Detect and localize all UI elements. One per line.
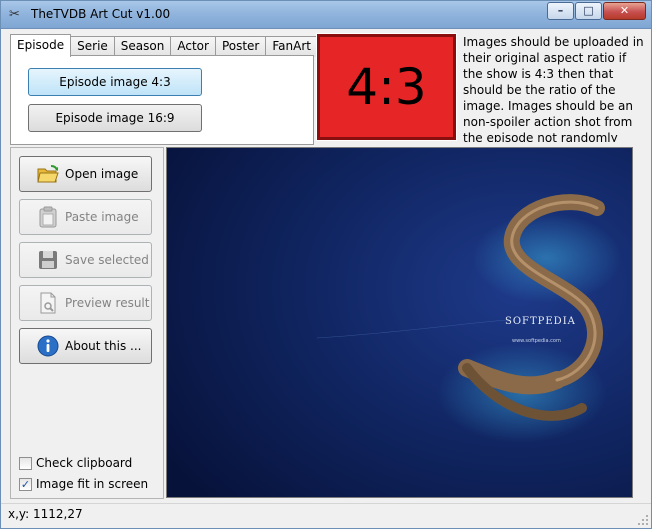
status-bar: x,y: 1112,27 [1,503,651,528]
softpedia-watermark: SOFTPEDIA [505,316,576,327]
info-icon [37,335,59,357]
floppy-disk-icon [37,249,59,271]
tab-serie[interactable]: Serie [70,36,115,57]
about-button[interactable]: About this ... [19,328,152,364]
resize-grip-icon[interactable] [637,514,649,526]
tab-episode[interactable]: Episode [10,34,72,57]
maximize-button[interactable]: □ [575,2,602,20]
clipboard-icon [37,206,59,228]
image-fit-option[interactable]: ✓ Image fit in screen [19,477,148,491]
paste-image-label: Paste image [65,210,139,224]
document-preview-icon [37,292,59,314]
open-image-button[interactable]: Open image [19,156,152,192]
cursor-coordinates: x,y: 1112,27 [8,507,83,521]
window-title: TheTVDB Art Cut v1.00 [31,7,171,21]
app-window: ✂ TheTVDB Art Cut v1.00 – □ ✕ Episode Se… [0,0,652,529]
preview-result-button[interactable]: Preview result [19,285,152,321]
tab-fanart[interactable]: FanArt [265,36,318,57]
softpedia-url: www.softpedia.com [512,338,561,344]
image-preview-canvas[interactable]: SOFTPEDIA www.softpedia.com [166,147,633,498]
episode-tab-panel: Episode image 4:3 Episode image 16:9 [10,55,314,145]
image-fit-checkbox[interactable]: ✓ [19,477,32,491]
paste-image-button[interactable]: Paste image [19,199,152,235]
save-selected-label: Save selected [65,253,149,267]
check-clipboard-checkbox[interactable] [19,456,32,470]
check-clipboard-label: Check clipboard [36,456,133,470]
episode-16-9-button[interactable]: Episode image 16:9 [28,104,202,132]
minimize-button[interactable]: – [547,2,574,20]
title-bar[interactable]: ✂ TheTVDB Art Cut v1.00 – □ ✕ [1,1,651,29]
scissors-icon: ✂ [9,7,20,22]
about-label: About this ... [65,339,142,353]
tab-poster[interactable]: Poster [214,36,267,57]
open-image-label: Open image [65,167,139,181]
image-fit-label: Image fit in screen [36,477,149,491]
close-button[interactable]: ✕ [603,2,646,20]
guidelines-text: Images should be uploaded in their origi… [463,35,644,142]
tab-actor[interactable]: Actor [170,36,216,57]
tab-season[interactable]: Season [113,36,172,57]
actions-panel: Open image Paste image Save selected Pre… [10,147,164,499]
wallpaper-image: SOFTPEDIA www.softpedia.com [167,148,632,497]
category-tabs: Episode Serie Season Actor Poster FanArt [10,34,318,57]
aspect-ratio-indicator: 4:3 [316,33,457,141]
save-selected-button[interactable]: Save selected [19,242,152,278]
folder-open-icon [37,163,59,185]
episode-4-3-button[interactable]: Episode image 4:3 [28,68,202,96]
window-controls: – □ ✕ [546,2,646,20]
preview-result-label: Preview result [65,296,150,310]
check-clipboard-option[interactable]: Check clipboard [19,456,132,470]
